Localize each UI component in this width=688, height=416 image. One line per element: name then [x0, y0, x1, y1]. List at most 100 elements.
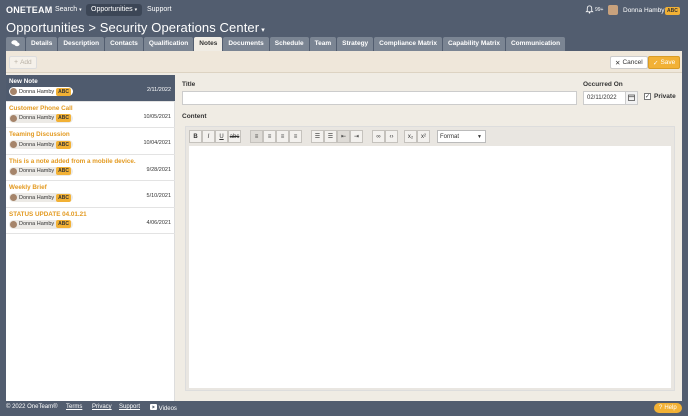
nav-search[interactable]: Search ▾	[55, 6, 82, 13]
rich-text-editor: B I U abc ≡ ≡ ≡ ≡ ☰ ☰ ⇤ ⇥ ∞ ‹› x₂ x² For…	[185, 126, 675, 391]
help-button[interactable]: ? Help	[654, 403, 682, 413]
tab-details[interactable]: Details	[26, 37, 58, 51]
user-name[interactable]: Donna Hamby	[623, 7, 665, 14]
note-list-item[interactable]: Weekly Brief Donna Hamby ABC 5/10/2021	[6, 181, 175, 208]
italic-button[interactable]: I	[202, 130, 215, 143]
note-title: Customer Phone Call	[9, 104, 73, 112]
videos-link[interactable]: Videos	[150, 404, 177, 412]
note-date: 4/06/2021	[146, 219, 171, 226]
notes-list: New Note Donna Hamby ABC 2/11/2022 Custom…	[6, 75, 175, 401]
outdent-button[interactable]: ⇤	[337, 130, 350, 143]
align-left-icon: ≡	[254, 133, 259, 140]
content-editor-area[interactable]	[189, 146, 671, 388]
avatar	[10, 88, 17, 95]
author-chip: Donna Hamby ABC	[9, 166, 74, 176]
tab-compliance-matrix[interactable]: Compliance Matrix	[374, 37, 442, 51]
user-org-badge: ABC	[665, 7, 680, 15]
tab-description[interactable]: Description	[58, 37, 105, 51]
occurred-on-label: Occurred On	[583, 81, 623, 88]
code-button[interactable]: ‹›	[385, 130, 398, 143]
superscript-button[interactable]: x²	[417, 130, 430, 143]
save-button[interactable]: ✓ Save	[648, 56, 681, 69]
privacy-link[interactable]: Privacy	[92, 404, 112, 410]
avatar	[10, 194, 17, 201]
note-list-item[interactable]: New Note Donna Hamby ABC 2/11/2022	[6, 75, 175, 102]
note-list-item[interactable]: Teaming Discussion Donna Hamby ABC 10/04/…	[6, 128, 175, 155]
align-center-button[interactable]: ≡	[263, 130, 276, 143]
tab-communication[interactable]: Communication	[505, 37, 566, 51]
author-chip: Donna Hamby ABC	[9, 113, 74, 123]
tab-contacts[interactable]: Contacts	[105, 37, 143, 51]
nav-opportunities[interactable]: Opportunities ▾	[86, 4, 143, 16]
align-justify-button[interactable]: ≡	[289, 130, 302, 143]
align-right-icon: ≡	[280, 133, 285, 140]
tab-capability-matrix[interactable]: Capability Matrix	[442, 37, 505, 51]
underline-button[interactable]: U	[215, 130, 228, 143]
note-title: Weekly Brief	[9, 184, 47, 191]
align-right-button[interactable]: ≡	[276, 130, 289, 143]
notes-panel: + Add ✕ Cancel ✓ Save New Note Donna Hamby A…	[6, 51, 682, 401]
note-list-item[interactable]: Customer Phone Call Donna Hamby ABC 10/05…	[6, 102, 175, 128]
breadcrumb-separator: >	[88, 20, 97, 35]
code-icon: ‹›	[389, 133, 394, 140]
tab-documents[interactable]: Documents	[223, 37, 269, 51]
outdent-icon: ⇤	[340, 134, 347, 140]
indent-icon: ⇥	[353, 134, 360, 140]
link-button[interactable]: ∞	[372, 130, 385, 143]
org-badge: ABC	[56, 167, 72, 175]
avatar	[10, 220, 17, 228]
chevron-down-icon: ▾	[79, 7, 82, 13]
notification-count: 99+	[595, 7, 604, 13]
org-badge: ABC	[56, 114, 72, 122]
align-group: ≡ ≡ ≡ ≡	[250, 130, 302, 143]
bulleted-list-button[interactable]: ☰	[311, 130, 324, 143]
tab-comments[interactable]	[6, 37, 25, 51]
title-input[interactable]	[182, 91, 577, 105]
caret-down-icon: ▼	[477, 134, 482, 140]
note-title: New Note	[9, 78, 38, 85]
content-label: Content	[182, 113, 207, 120]
note-date: 5/10/2021	[146, 193, 171, 199]
tab-qualification[interactable]: Qualification	[143, 37, 194, 51]
tab-schedule[interactable]: Schedule	[269, 37, 309, 51]
terms-link[interactable]: Terms	[66, 404, 82, 410]
occurred-on-input[interactable]: 02/11/2022	[583, 91, 626, 105]
record-title[interactable]: Security Operations Center	[100, 20, 259, 35]
video-icon	[150, 404, 157, 412]
link-group: ∞ ‹›	[372, 130, 398, 143]
calendar-button[interactable]	[625, 91, 638, 105]
avatar	[10, 167, 17, 175]
title-label: Title	[182, 81, 196, 88]
strikethrough-button[interactable]: abc	[228, 130, 241, 143]
tab-strategy[interactable]: Strategy	[337, 37, 374, 51]
note-list-item[interactable]: STATUS UPDATE 04.01.21 Donna Hamby ABC 4/…	[6, 208, 175, 234]
cancel-button[interactable]: ✕ Cancel	[610, 56, 648, 69]
support-link[interactable]: Support	[119, 404, 140, 410]
breadcrumb-section[interactable]: Opportunities	[6, 20, 85, 35]
plus-icon: +	[14, 59, 19, 66]
format-dropdown[interactable]: Format ▼	[437, 130, 486, 143]
private-label: Private	[654, 93, 676, 100]
copyright-text: © 2022 OneTeam®	[6, 404, 58, 410]
user-avatar[interactable]	[608, 5, 618, 15]
org-badge: ABC	[56, 87, 72, 96]
avatar	[10, 141, 17, 148]
note-list-item[interactable]: This is a note added from a mobile devic…	[6, 155, 175, 181]
tab-team[interactable]: Team	[309, 37, 337, 51]
private-checkbox[interactable]: ✓	[644, 93, 651, 100]
chevron-down-icon[interactable]: ▾	[259, 27, 265, 34]
numbered-list-button[interactable]: ☰	[324, 130, 337, 143]
bell-icon[interactable]	[585, 5, 594, 14]
note-title: STATUS UPDATE 04.01.21	[9, 210, 87, 218]
bold-button[interactable]: B	[189, 130, 202, 143]
note-date: 9/28/2021	[146, 166, 171, 173]
nav-support[interactable]: Support	[147, 6, 172, 13]
align-left-button[interactable]: ≡	[250, 130, 263, 143]
oneteam-logo[interactable]: oneteam	[6, 5, 52, 15]
notes-toolbar	[6, 51, 682, 73]
tab-notes[interactable]: Notes	[194, 37, 223, 51]
indent-button[interactable]: ⇥	[350, 130, 363, 143]
note-title: Teaming Discussion	[9, 131, 70, 138]
add-note-button[interactable]: + Add	[9, 56, 37, 69]
subscript-button[interactable]: x₂	[404, 130, 417, 143]
